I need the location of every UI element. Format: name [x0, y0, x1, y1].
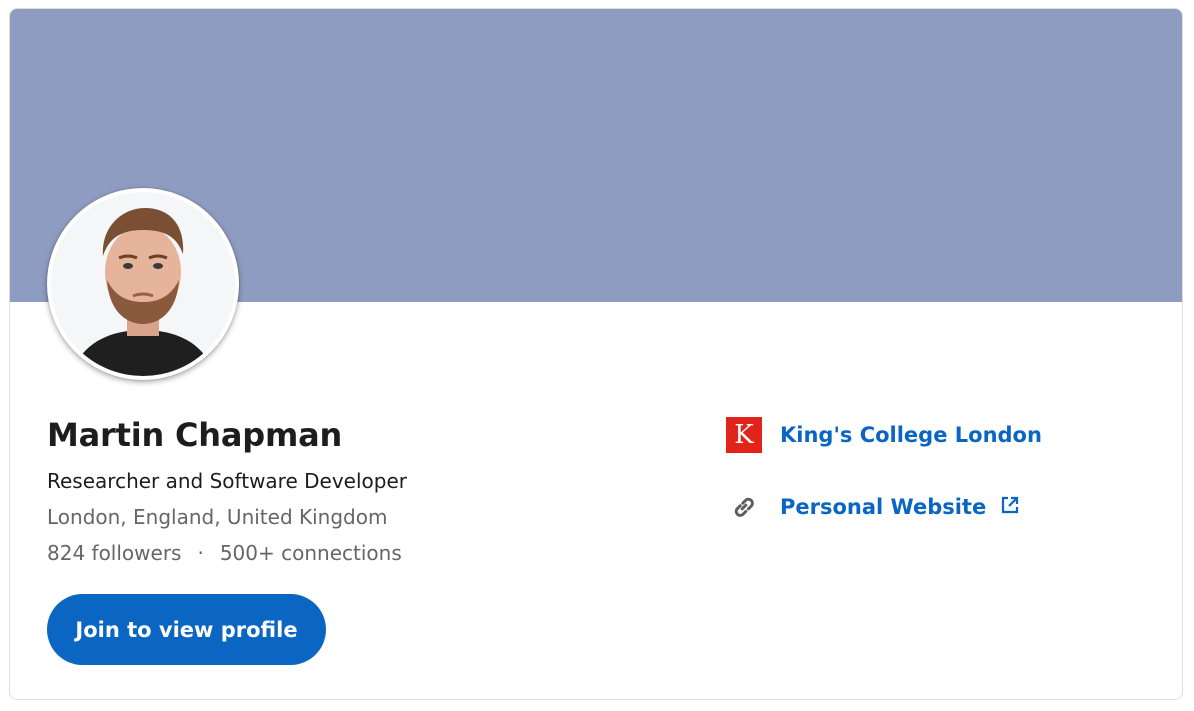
profile-headline: Researcher and Software Developer: [47, 469, 407, 493]
profile-photo: [51, 192, 235, 376]
link-icon: [726, 489, 762, 525]
profile-card: Martin Chapman Researcher and Software D…: [9, 8, 1183, 700]
personal-website-label: Personal Website: [780, 495, 987, 519]
avatar[interactable]: [47, 188, 239, 380]
connections-count: 500+ connections: [219, 541, 402, 565]
profile-location: London, England, United Kingdom: [47, 505, 388, 529]
stats-separator: ·: [197, 541, 204, 565]
external-link-icon: [1000, 495, 1020, 519]
join-to-view-profile-button[interactable]: Join to view profile: [47, 594, 326, 665]
kings-college-logo-icon: K: [726, 417, 762, 453]
profile-stats: 824 followers · 500+ connections: [47, 541, 402, 565]
school-link-label: King's College London: [780, 423, 1042, 447]
profile-name: Martin Chapman: [47, 416, 343, 454]
personal-website-link[interactable]: Personal Website: [726, 489, 1020, 525]
school-link[interactable]: K King's College London: [726, 417, 1042, 453]
followers-count: 824 followers: [47, 541, 182, 565]
